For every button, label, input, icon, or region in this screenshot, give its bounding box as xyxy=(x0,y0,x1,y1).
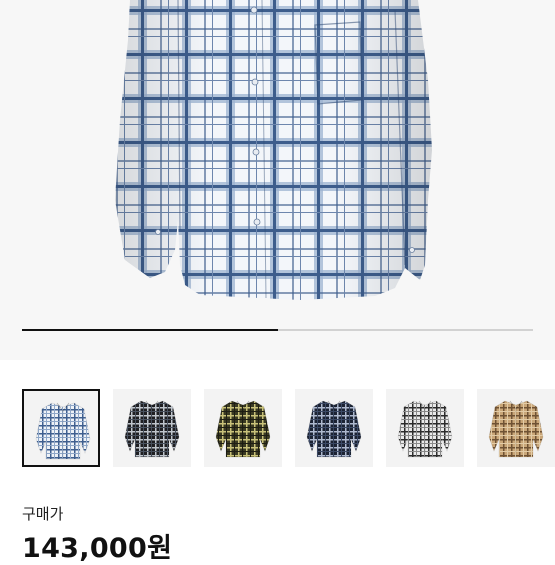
image-progress-fill xyxy=(22,329,278,331)
product-image-hero[interactable] xyxy=(0,0,555,360)
thumb-olive-plaid[interactable] xyxy=(204,389,282,467)
thumbnail-strip[interactable] xyxy=(22,389,555,469)
shirt-thumbnail-icon xyxy=(215,400,271,458)
thumb-grey-plaid[interactable] xyxy=(386,389,464,467)
shirt-thumbnail-icon xyxy=(488,400,544,458)
shirt-image xyxy=(115,0,432,300)
thumb-beige-plaid[interactable] xyxy=(477,389,555,467)
thumb-black-plaid[interactable] xyxy=(113,389,191,467)
price-label: 구매가 xyxy=(22,505,64,523)
shirt-thumbnail-icon xyxy=(124,400,180,458)
thumb-navy-plaid[interactable] xyxy=(295,389,373,467)
thumb-blue-plaid[interactable] xyxy=(22,389,100,467)
shirt-thumbnail-icon xyxy=(306,400,362,458)
image-progress-track xyxy=(22,329,533,331)
price-value: 143,000원 xyxy=(22,533,173,564)
shirt-thumbnail-icon xyxy=(397,400,453,458)
shirt-thumbnail-icon xyxy=(35,402,91,460)
